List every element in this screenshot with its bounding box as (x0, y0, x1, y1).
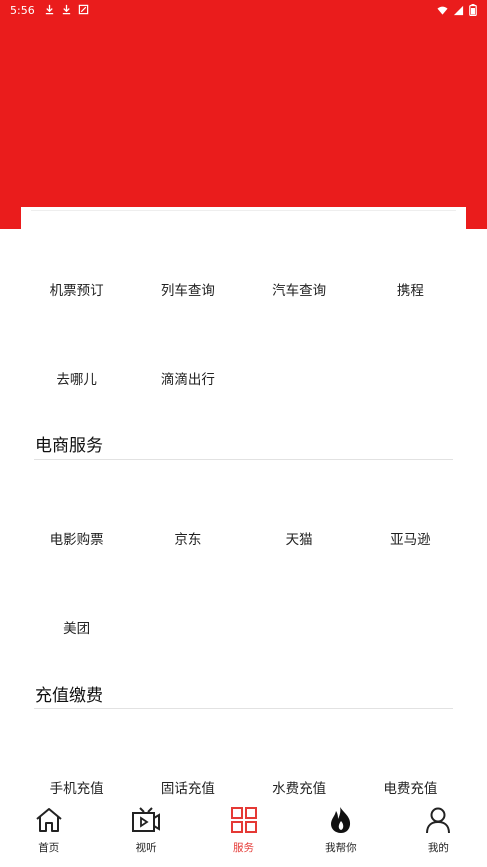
flame-icon (330, 807, 351, 833)
service-ctrip[interactable]: 携程 (355, 276, 466, 306)
service-meituan[interactable]: 美团 (21, 614, 132, 644)
signal-icon (453, 5, 464, 15)
download-icon (62, 4, 71, 15)
tab-services[interactable]: 服务 (195, 797, 292, 867)
status-bar: 5:56 (0, 0, 487, 22)
wifi-icon (437, 6, 448, 15)
travel-grid-row-1: 机票预订 列车查询 汽车查询 携程 (21, 276, 466, 306)
hero-banner (0, 22, 487, 229)
service-jd[interactable]: 京东 (132, 525, 243, 555)
service-train-query[interactable]: 列车查询 (132, 276, 243, 306)
service-amazon[interactable]: 亚马逊 (355, 525, 466, 555)
tab-home[interactable]: 首页 (0, 797, 97, 867)
content-card-top (21, 207, 466, 237)
grid-icon (230, 807, 257, 833)
ecommerce-grid-row-1: 电影购票 京东 天猫 亚马逊 (21, 525, 466, 555)
download-icon (45, 4, 54, 15)
tab-profile[interactable]: 我的 (390, 797, 487, 867)
service-didi[interactable]: 滴滴出行 (132, 365, 243, 395)
person-icon (426, 807, 451, 834)
travel-grid-row-2: 去哪儿 滴滴出行 (21, 365, 466, 395)
bottom-tab-bar: 首页 视听 服务 我帮你 我的 (0, 797, 487, 867)
tab-media-label: 视听 (135, 842, 157, 854)
tab-media[interactable]: 视听 (97, 797, 194, 867)
section-divider (34, 459, 453, 460)
section-title-recharge: 充值缴费 (35, 686, 103, 706)
section-divider (34, 708, 453, 709)
service-movie-tickets[interactable]: 电影购票 (21, 525, 132, 555)
tab-help-label: 我帮你 (325, 842, 357, 854)
app-notification-icon (78, 4, 89, 15)
video-camera-icon (132, 807, 161, 832)
tab-services-label: 服务 (233, 842, 255, 854)
service-flight-booking[interactable]: 机票预订 (21, 276, 132, 306)
service-qunar[interactable]: 去哪儿 (21, 365, 132, 395)
tab-profile-label: 我的 (427, 842, 449, 854)
home-icon (36, 808, 62, 832)
tab-help[interactable]: 我帮你 (292, 797, 389, 867)
service-tmall[interactable]: 天猫 (244, 525, 355, 555)
ecommerce-grid-row-2: 美团 (21, 614, 466, 644)
section-title-ecommerce: 电商服务 (35, 436, 103, 456)
battery-icon (469, 4, 477, 16)
service-bus-query[interactable]: 汽车查询 (244, 276, 355, 306)
status-time: 5:56 (10, 4, 35, 17)
tab-home-label: 首页 (38, 842, 60, 854)
